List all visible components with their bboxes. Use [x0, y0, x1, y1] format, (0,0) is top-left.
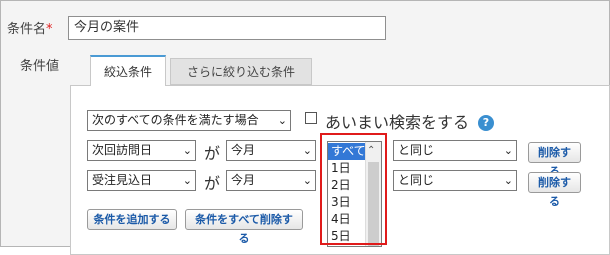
condition-2-delete-button[interactable]: 削除する: [528, 172, 581, 208]
match-mode-select[interactable]: 次のすべての条件を満たす場合 ⌄: [87, 110, 291, 131]
condition-2-period-value: 今月: [231, 173, 256, 187]
tab-further-conditions[interactable]: さらに絞り込む条件: [170, 58, 312, 85]
chevron-down-icon: ⌄: [503, 174, 513, 187]
title-label: 条件名*: [7, 22, 53, 37]
condition-2-operator-value: と同じ: [398, 173, 435, 187]
condition-1-operator-value: と同じ: [398, 143, 435, 157]
fuzzy-search-label: あいまい検索をする: [325, 113, 470, 132]
highlight-box: [320, 133, 387, 245]
chevron-down-icon: ⌄: [302, 144, 312, 157]
condition-2-field-select[interactable]: 受注見込日 ⌄: [87, 170, 196, 191]
condition-1-delete-button[interactable]: 削除する: [528, 142, 581, 178]
chevron-down-icon: ⌄: [277, 114, 287, 127]
condition-1-period-select[interactable]: 今月 ⌄: [226, 140, 316, 161]
condition-2-particle: が: [204, 174, 221, 193]
chevron-down-icon: ⌄: [302, 174, 312, 187]
condition-2-period-select[interactable]: 今月 ⌄: [226, 170, 316, 191]
condition-2-field-value: 受注見込日: [92, 173, 153, 187]
fuzzy-search-checkbox[interactable]: [305, 112, 317, 124]
chevron-down-icon: ⌄: [182, 144, 192, 157]
condition-label: 条件値: [20, 59, 60, 74]
chevron-down-icon: ⌄: [182, 174, 192, 187]
condition-1-operator-select[interactable]: と同じ ⌄: [393, 140, 517, 161]
title-input[interactable]: 今月の案件: [68, 16, 386, 40]
condition-1-period-value: 今月: [231, 143, 256, 157]
condition-1-particle: が: [204, 144, 221, 163]
condition-1-field-value: 次回訪問日: [92, 143, 153, 157]
condition-2-operator-select[interactable]: と同じ ⌄: [393, 170, 517, 191]
tab-filter-conditions[interactable]: 絞込条件: [90, 55, 166, 86]
match-mode-value: 次のすべての条件を満たす場合: [92, 113, 259, 127]
required-mark: *: [46, 22, 53, 37]
condition-1-field-select[interactable]: 次回訪問日 ⌄: [87, 140, 196, 161]
chevron-down-icon: ⌄: [503, 144, 513, 157]
help-icon[interactable]: ?: [478, 115, 494, 131]
delete-all-conditions-button[interactable]: 条件をすべて削除する: [185, 209, 303, 245]
add-condition-button[interactable]: 条件を追加する: [87, 209, 177, 230]
